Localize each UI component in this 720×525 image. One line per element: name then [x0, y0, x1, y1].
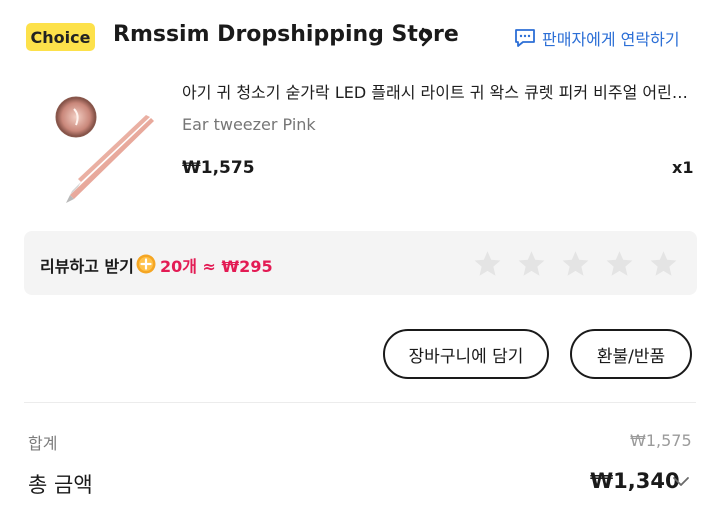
- chevron-down-icon[interactable]: [672, 476, 690, 488]
- coin-icon: [136, 254, 156, 274]
- product-title[interactable]: 아기 귀 청소기 숟가락 LED 플래시 라이트 귀 왁스 큐렛 피커 비주얼 …: [182, 79, 694, 103]
- chevron-right-icon[interactable]: [421, 27, 433, 47]
- refund-return-button[interactable]: 환불/반품: [570, 329, 692, 379]
- subtotal-value: ₩1,575: [630, 431, 692, 450]
- review-label: 리뷰하고 받기: [40, 257, 134, 276]
- star-icon[interactable]: [560, 249, 591, 279]
- subtotal-label: 합계: [28, 434, 58, 453]
- total-value[interactable]: ₩1,340: [590, 469, 680, 493]
- review-reward: 20개 ≈ ₩295: [160, 257, 273, 276]
- add-to-cart-button[interactable]: 장바구니에 담기: [383, 329, 549, 379]
- product-price: ₩1,575: [182, 158, 255, 178]
- contact-seller-label: 판매자에게 연락하기: [542, 30, 680, 49]
- total-label: 총 금액: [28, 473, 93, 497]
- product-quantity: x1: [672, 158, 694, 177]
- store-name-link[interactable]: Rmssim Dropshipping Store: [113, 22, 459, 47]
- product-image[interactable]: [50, 95, 165, 210]
- star-icon[interactable]: [604, 249, 635, 279]
- choice-badge: Choice: [26, 23, 95, 51]
- star-icon[interactable]: [648, 249, 679, 279]
- contact-seller-link[interactable]: 판매자에게 연락하기: [514, 26, 680, 50]
- chat-icon: [515, 29, 535, 47]
- star-rating[interactable]: [472, 249, 679, 279]
- star-icon[interactable]: [472, 249, 503, 279]
- divider: [24, 402, 696, 403]
- product-variant: Ear tweezer Pink: [182, 115, 316, 134]
- star-icon[interactable]: [516, 249, 547, 279]
